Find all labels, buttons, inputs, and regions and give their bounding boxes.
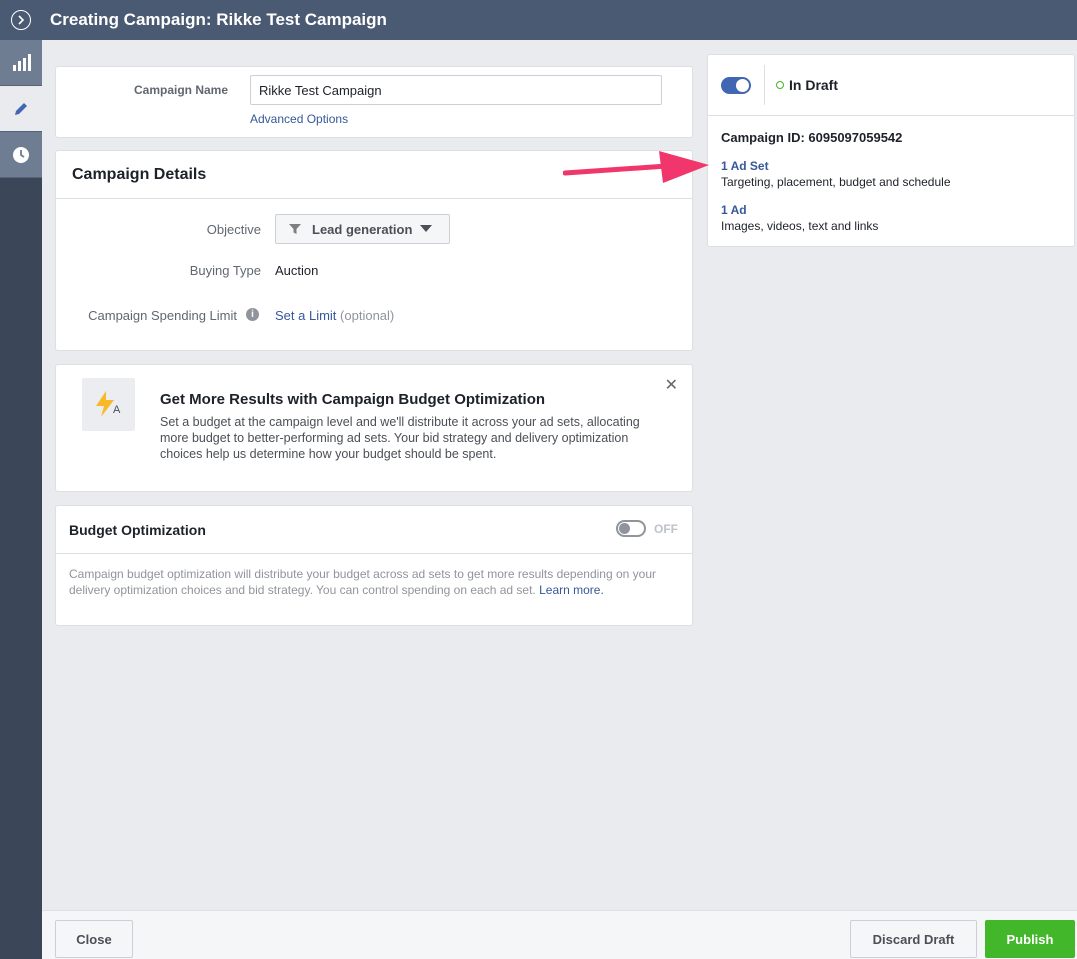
close-button[interactable]: Close (55, 920, 133, 958)
budget-optimization-title: Budget Optimization (69, 522, 206, 538)
bar-chart-icon (13, 53, 31, 71)
campaign-name-card: Campaign Name Advanced Options (55, 66, 693, 138)
budget-optimization-card: Budget Optimization OFF Campaign budget … (55, 505, 693, 626)
side-nav (0, 40, 42, 959)
spending-limit-label: Campaign Spending Limit (88, 308, 237, 323)
status-indicator: In Draft (776, 77, 838, 93)
annotation-arrow-icon (563, 151, 709, 183)
advanced-options-link[interactable]: Advanced Options (250, 112, 348, 126)
page-title: Creating Campaign: Rikke Test Campaign (50, 10, 387, 29)
chevron-right-icon (11, 10, 31, 30)
ad-link[interactable]: 1 Ad (721, 203, 747, 217)
top-bar: Creating Campaign: Rikke Test Campaign (0, 0, 1077, 40)
budget-optimization-toggle[interactable]: OFF (616, 520, 678, 537)
nav-item-history[interactable] (0, 132, 42, 178)
footer-bar: Close Discard Draft Publish (42, 910, 1077, 959)
divider (764, 65, 765, 105)
cbo-icon-box: A (82, 378, 135, 431)
budget-optimization-description: Campaign budget optimization will distri… (69, 566, 679, 598)
publish-button[interactable]: Publish (985, 920, 1075, 958)
close-icon[interactable]: ✕ (665, 375, 678, 395)
optional-note: (optional) (340, 308, 395, 323)
ad-set-link[interactable]: 1 Ad Set (721, 159, 769, 173)
buying-type-value: Auction (275, 263, 319, 278)
cbo-title: Get More Results with Campaign Budget Op… (160, 391, 546, 408)
pencil-icon (15, 102, 27, 115)
ad-description: Images, videos, text and links (721, 219, 879, 233)
toggle-label: OFF (654, 521, 678, 536)
cbo-body: Set a budget at the campaign level and w… (160, 415, 640, 461)
divider (56, 198, 692, 199)
cbo-icon-letter: A (113, 404, 121, 416)
status-text: In Draft (789, 77, 838, 93)
caret-down-icon (420, 225, 433, 232)
status-panel: In Draft Campaign ID: 6095097059542 1 Ad… (707, 54, 1075, 247)
campaign-name-input[interactable] (250, 75, 662, 105)
info-icon[interactable]: i (246, 308, 259, 321)
campaign-id: Campaign ID: 6095097059542 (721, 130, 903, 145)
nav-item-insights[interactable] (0, 40, 42, 86)
campaign-name-label: Campaign Name (134, 83, 229, 97)
objective-dropdown[interactable]: Lead generation (275, 214, 450, 244)
campaign-details-title: Campaign Details (72, 166, 207, 183)
funnel-icon (289, 224, 301, 234)
nav-item-edit[interactable] (0, 86, 42, 132)
discard-draft-button[interactable]: Discard Draft (850, 920, 977, 958)
spending-limit-field: Set a Limit (optional) (275, 308, 394, 323)
objective-value: Lead generation (312, 221, 413, 237)
divider (56, 553, 692, 554)
status-toggle[interactable] (721, 77, 751, 94)
clock-icon (13, 146, 29, 163)
ad-set-description: Targeting, placement, budget and schedul… (721, 175, 951, 189)
cbo-promo-card: A Get More Results with Campaign Budget … (55, 364, 693, 492)
buying-type-label: Buying Type (189, 263, 261, 278)
objective-label: Objective (206, 222, 261, 237)
learn-more-link[interactable]: Learn more. (539, 583, 604, 597)
divider (708, 115, 1074, 116)
expand-button[interactable] (0, 0, 42, 40)
set-limit-link[interactable]: Set a Limit (275, 308, 336, 323)
toggle-switch[interactable] (721, 77, 751, 94)
status-dot-icon (776, 81, 784, 89)
toggle-switch[interactable] (616, 520, 646, 537)
